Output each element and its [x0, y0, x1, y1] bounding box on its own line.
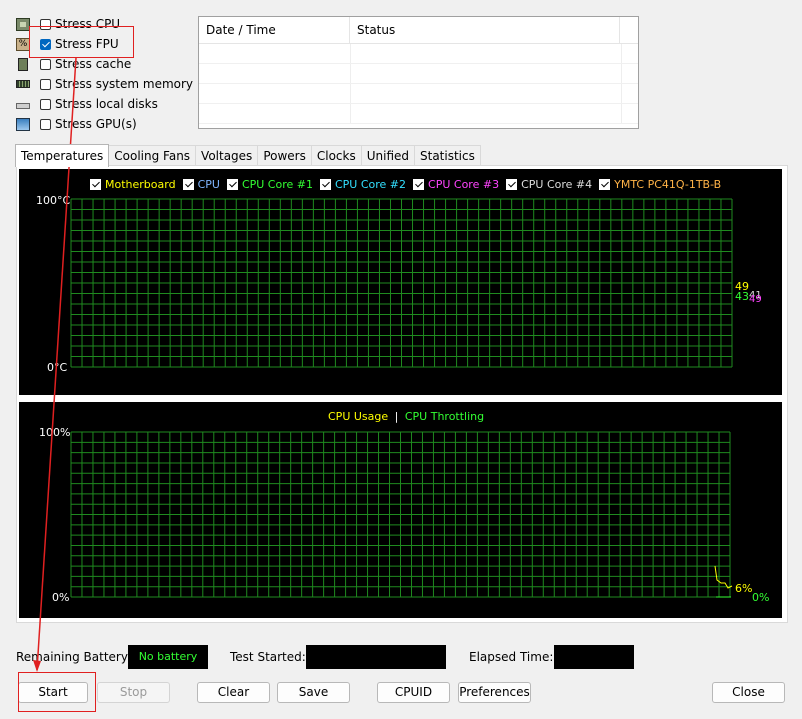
- start-button[interactable]: Start: [18, 682, 88, 703]
- stress-memory-checkbox[interactable]: [40, 78, 51, 90]
- tab-bar: Temperatures Cooling Fans Voltages Power…: [15, 144, 481, 167]
- test-started-value: [306, 645, 446, 669]
- legend-motherboard-checkbox[interactable]: [90, 179, 101, 190]
- gpu-monitor-icon: [16, 117, 30, 131]
- tab-cooling-fans[interactable]: Cooling Fans: [108, 145, 197, 166]
- battery-label: Remaining Battery:: [16, 650, 132, 664]
- temperature-graph: Motherboard CPU CPU Core #1 CPU Core #2 …: [19, 169, 782, 395]
- usage-y-max-label: 100%: [39, 426, 71, 439]
- clear-button[interactable]: Clear: [197, 682, 270, 703]
- legend-cpu-core-4-checkbox[interactable]: [506, 179, 518, 190]
- usage-graph-title: CPU Usage | CPU Throttling: [328, 410, 484, 423]
- column-header-spacer: [620, 17, 638, 43]
- legend-cpu-core-1[interactable]: CPU Core #1: [226, 178, 313, 191]
- tab-powers[interactable]: Powers: [257, 145, 312, 166]
- log-table-header: Date / Time Status: [199, 17, 638, 44]
- legend-ymtc-ssd-checkbox[interactable]: [599, 179, 611, 190]
- tab-voltages[interactable]: Voltages: [195, 145, 259, 166]
- test-started-label: Test Started:: [230, 650, 306, 664]
- stress-gpu-checkbox[interactable]: [40, 118, 51, 130]
- legend-cpu-core-2-label: CPU Core #2: [334, 178, 407, 191]
- stress-fpu-checkbox[interactable]: [40, 38, 51, 50]
- legend-cpu-core-3-label: CPU Core #3: [428, 178, 500, 191]
- legend-cpu[interactable]: CPU: [182, 178, 220, 191]
- legend-cpu-label: CPU: [197, 178, 220, 191]
- legend-cpu-core-2-checkbox[interactable]: [319, 179, 331, 190]
- legend-cpu-core-3-checkbox[interactable]: [413, 179, 425, 190]
- legend-cpu-core-2[interactable]: CPU Core #2: [319, 178, 407, 191]
- title-separator: |: [394, 410, 399, 423]
- temperature-legend: Motherboard CPU CPU Core #1 CPU Core #2 …: [90, 178, 728, 191]
- table-row: [199, 84, 638, 104]
- legend-cpu-checkbox[interactable]: [182, 179, 194, 190]
- cpu-chip-icon: [16, 17, 30, 31]
- temperature-y-min-label: 0°C: [47, 361, 68, 374]
- battery-value: No battery: [128, 645, 208, 669]
- legend-cpu-core-1-checkbox[interactable]: [226, 179, 238, 190]
- stress-disks-label: Stress local disks: [55, 97, 158, 111]
- memory-icon: [16, 80, 30, 88]
- close-button[interactable]: Close: [712, 682, 785, 703]
- legend-cpu-core-4-label: CPU Core #4: [521, 178, 593, 191]
- legend-cpu-core-4[interactable]: CPU Core #4: [506, 178, 592, 191]
- elapsed-time-value: [554, 645, 634, 669]
- cpu-usage-graph: CPU Usage | CPU Throttling 100% 0% 6% 0%: [19, 402, 782, 618]
- table-row: [199, 44, 638, 64]
- cpu-throttling-title: CPU Throttling: [404, 410, 485, 423]
- column-header-datetime[interactable]: Date / Time: [199, 17, 350, 43]
- tab-statistics[interactable]: Statistics: [414, 145, 481, 166]
- cpuid-button[interactable]: CPUID: [377, 682, 450, 703]
- cpu-usage-title: CPU Usage: [328, 410, 389, 423]
- temperature-readout-core3: 49: [749, 294, 762, 305]
- stop-button[interactable]: Stop: [97, 682, 170, 703]
- preferences-button[interactable]: Preferences: [458, 682, 531, 703]
- stress-gpu-label: Stress GPU(s): [55, 117, 137, 131]
- event-log-table[interactable]: Date / Time Status: [198, 16, 639, 129]
- stress-memory-option[interactable]: Stress system memory: [16, 74, 193, 94]
- stress-disks-checkbox[interactable]: [40, 98, 51, 110]
- legend-cpu-core-3[interactable]: CPU Core #3: [413, 178, 499, 191]
- stress-memory-label: Stress system memory: [55, 77, 194, 91]
- disk-icon: [16, 103, 30, 109]
- stress-cache-label: Stress cache: [55, 57, 132, 71]
- tab-unified[interactable]: Unified: [360, 145, 415, 166]
- legend-cpu-core-1-label: CPU Core #1: [241, 178, 313, 191]
- legend-ymtc-ssd[interactable]: YMTC PC41Q-1TB-B: [599, 178, 721, 191]
- temperature-grid: [70, 198, 733, 368]
- cpu-usage-line: [714, 565, 733, 589]
- tab-clocks[interactable]: Clocks: [310, 145, 362, 166]
- save-button[interactable]: Save: [277, 682, 350, 703]
- stress-cpu-option[interactable]: Stress CPU: [16, 14, 120, 34]
- usage-y-min-label: 0%: [52, 591, 70, 604]
- stress-cpu-label: Stress CPU: [55, 17, 121, 31]
- cache-icon: [18, 57, 28, 71]
- stress-gpu-option[interactable]: Stress GPU(s): [16, 114, 137, 134]
- temperature-readout-core1: 43: [735, 290, 749, 303]
- cpu-throttling-value: 0%: [752, 591, 770, 604]
- legend-motherboard-label: Motherboard: [105, 178, 176, 191]
- column-header-status[interactable]: Status: [350, 17, 620, 43]
- stress-cache-option[interactable]: Stress cache: [16, 54, 131, 74]
- cpu-usage-value: 6%: [735, 582, 753, 595]
- table-row: [199, 64, 638, 84]
- elapsed-time-label: Elapsed Time:: [469, 650, 554, 664]
- tab-temperatures[interactable]: Temperatures: [15, 144, 110, 167]
- legend-motherboard[interactable]: Motherboard: [90, 178, 176, 191]
- fpu-icon: %: [16, 37, 30, 51]
- stress-cpu-checkbox[interactable]: [40, 18, 51, 30]
- table-row: [199, 104, 638, 124]
- temperature-y-max-label: 100°C: [36, 194, 71, 207]
- stress-fpu-label: Stress FPU: [55, 37, 119, 51]
- stress-disks-option[interactable]: Stress local disks: [16, 94, 158, 114]
- stress-fpu-option[interactable]: % Stress FPU: [16, 34, 119, 54]
- legend-ymtc-ssd-label: YMTC PC41Q-1TB-B: [614, 178, 722, 191]
- stress-cache-checkbox[interactable]: [40, 58, 51, 70]
- cpu-usage-grid: [70, 431, 733, 598]
